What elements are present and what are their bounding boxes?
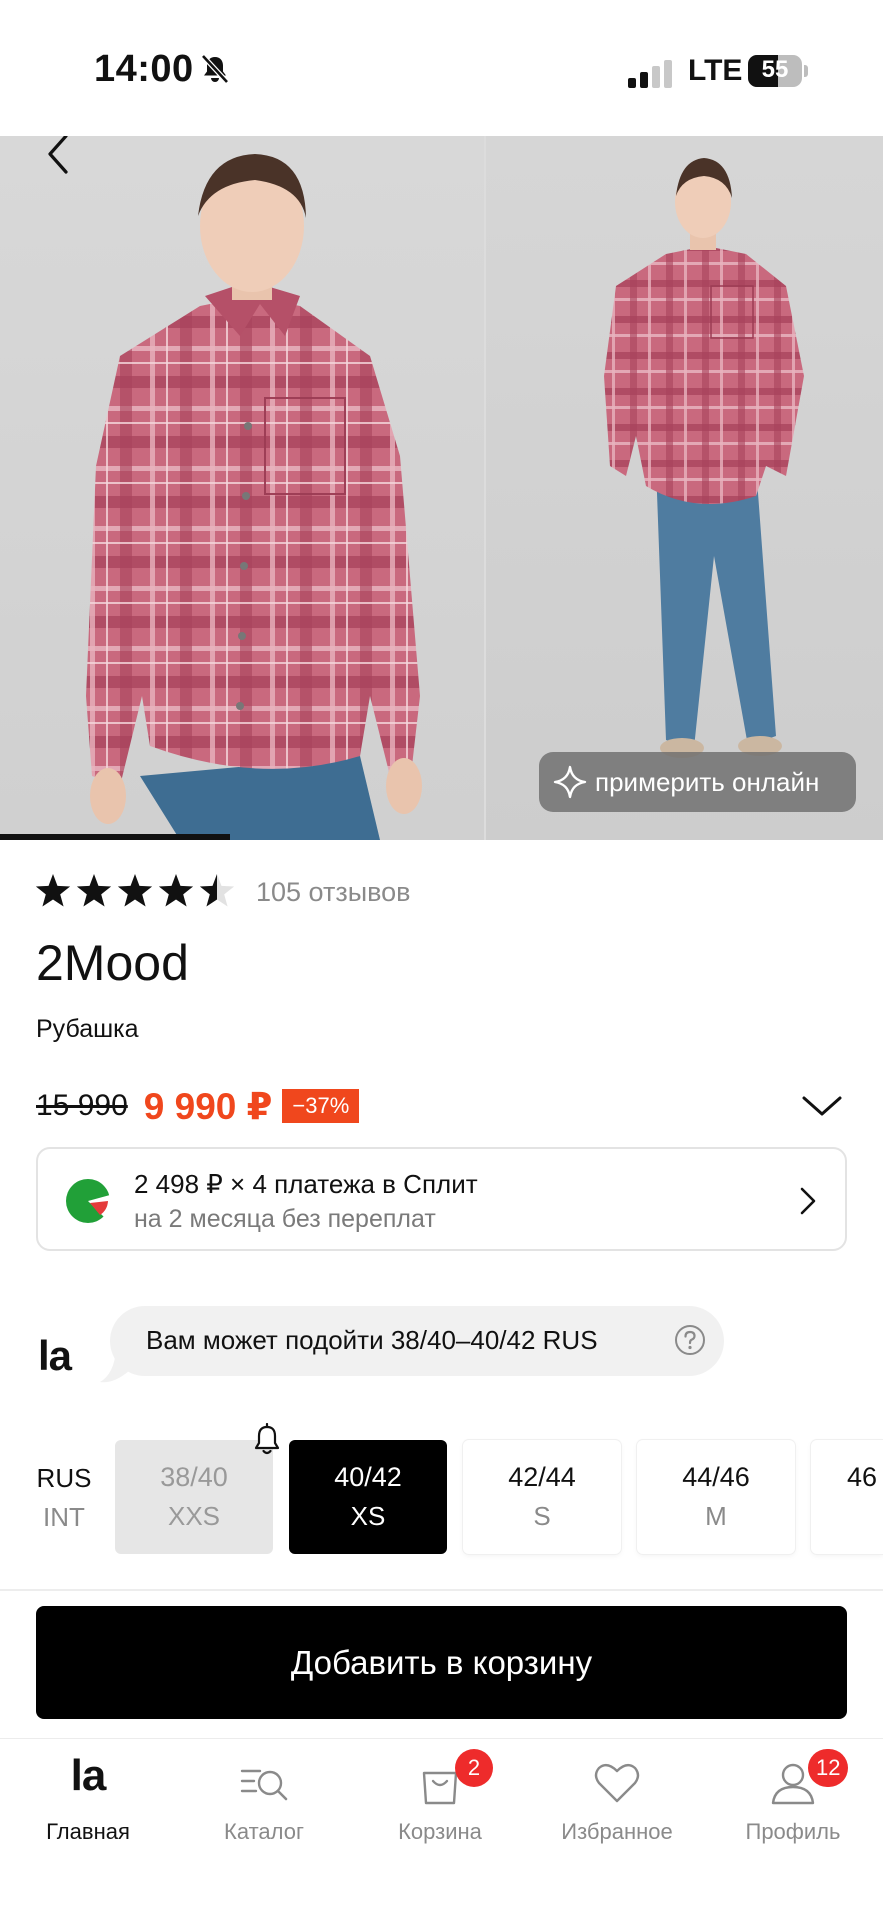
tab-home[interactable]: la Главная	[0, 1739, 176, 1859]
tab-catalog[interactable]: Каталог	[176, 1739, 352, 1859]
size-int-label: XS	[350, 1501, 386, 1531]
size-chip-44-46[interactable]: 44/46 M	[637, 1440, 795, 1554]
signal-bar	[628, 78, 636, 88]
size-rus-label: 42/44	[508, 1462, 576, 1492]
split-logo-icon	[66, 1179, 111, 1223]
signal-bar	[652, 66, 660, 88]
divider	[0, 1589, 883, 1591]
tab-label: Главная	[46, 1819, 130, 1844]
signal-bar	[640, 72, 648, 88]
chevron-right-icon	[800, 1187, 816, 1215]
size-system-primary: RUS	[36, 1463, 92, 1493]
bell-off-icon	[201, 54, 229, 84]
size-chip-42-44[interactable]: 42/44 S	[463, 1440, 621, 1554]
split-payment-card[interactable]: 2 498 ₽ × 4 платежа в Сплит на 2 месяца …	[36, 1147, 847, 1251]
size-int-label: S	[533, 1501, 551, 1531]
bottom-tab-bar: la Главная Каталог 2 Корзина Избранное 1…	[0, 1738, 883, 1920]
status-time: 14:00	[94, 48, 194, 90]
help-icon[interactable]	[674, 1324, 706, 1356]
notify-bell-icon[interactable]	[251, 1423, 283, 1457]
size-recommendation-text: Вам может подойти 38/40–40/42 RUS	[146, 1325, 598, 1355]
rating-stars	[35, 874, 235, 907]
try-on-button[interactable]: примерить онлайн	[539, 752, 856, 812]
profile-badge: 12	[808, 1749, 849, 1787]
size-rus-label: 46	[847, 1462, 878, 1492]
tab-label: Каталог	[224, 1819, 304, 1844]
signal-strength-icon	[628, 58, 672, 88]
catalog-search-icon	[240, 1769, 288, 1801]
battery-icon: 55	[748, 55, 808, 87]
product-gallery[interactable]: примерить онлайн	[0, 136, 883, 840]
product-photo-front[interactable]	[0, 136, 484, 840]
back-arrow-icon[interactable]	[44, 136, 72, 176]
discount-badge: −37%	[282, 1089, 360, 1123]
star-fill	[76, 874, 112, 907]
rating-row[interactable]: 105 отзывов	[34, 872, 411, 912]
split-subtitle: на 2 месяца без переплат	[134, 1205, 436, 1233]
price-row: 15 990 9 990 ₽ −37%	[36, 1084, 360, 1128]
size-chip-40-42[interactable]: 40/42 XS	[289, 1440, 447, 1554]
add-to-cart-button[interactable]: Добавить в корзину	[36, 1606, 847, 1719]
size-int-label: XXS	[167, 1501, 221, 1531]
battery-level: 55	[761, 56, 789, 83]
tab-favorites[interactable]: Избранное	[529, 1739, 705, 1859]
size-rus-label: 40/42	[334, 1462, 402, 1492]
tab-label: Профиль	[745, 1819, 841, 1844]
size-chip-46[interactable]: 46	[811, 1440, 883, 1554]
la-logo: la	[38, 1332, 72, 1379]
size-system-secondary: INT	[43, 1502, 85, 1532]
star-fill	[117, 874, 153, 907]
signal-bar	[664, 60, 672, 88]
current-price: 9 990 ₽	[143, 1085, 273, 1127]
heart-icon	[594, 1763, 640, 1803]
tab-cart[interactable]: 2 Корзина	[352, 1739, 528, 1859]
product-brand[interactable]: 2Mood	[36, 934, 189, 992]
old-price: 15 990	[36, 1089, 128, 1122]
size-rus-label: 44/46	[682, 1462, 750, 1492]
tab-label: Избранное	[561, 1819, 673, 1844]
tab-profile[interactable]: 12 Профиль	[705, 1739, 881, 1859]
product-type: Рубашка	[36, 1015, 139, 1043]
sparkle-icon	[553, 765, 587, 799]
size-rus-label: 38/40	[160, 1462, 228, 1492]
size-int-label: M	[705, 1501, 727, 1531]
size-system-labels[interactable]: RUS INT	[34, 1463, 94, 1533]
network-type: LTE	[688, 54, 743, 87]
star-fill	[158, 874, 194, 907]
product-photo-full[interactable]	[486, 136, 883, 840]
cart-badge: 2	[455, 1749, 493, 1787]
try-on-label: примерить онлайн	[595, 766, 820, 797]
la-logo-icon: la	[70, 1751, 107, 1800]
star-fill	[35, 874, 71, 907]
split-title: 2 498 ₽ × 4 платежа в Сплит	[134, 1169, 478, 1199]
gallery-progress-indicator	[0, 834, 230, 840]
size-chip-38-40[interactable]: 38/40 XXS	[115, 1440, 273, 1554]
chevron-down-icon[interactable]	[800, 1092, 844, 1120]
status-bar: 14:00 LTE 55	[0, 0, 883, 136]
tab-label: Корзина	[398, 1819, 482, 1844]
reviews-count[interactable]: 105 отзывов	[256, 877, 411, 908]
